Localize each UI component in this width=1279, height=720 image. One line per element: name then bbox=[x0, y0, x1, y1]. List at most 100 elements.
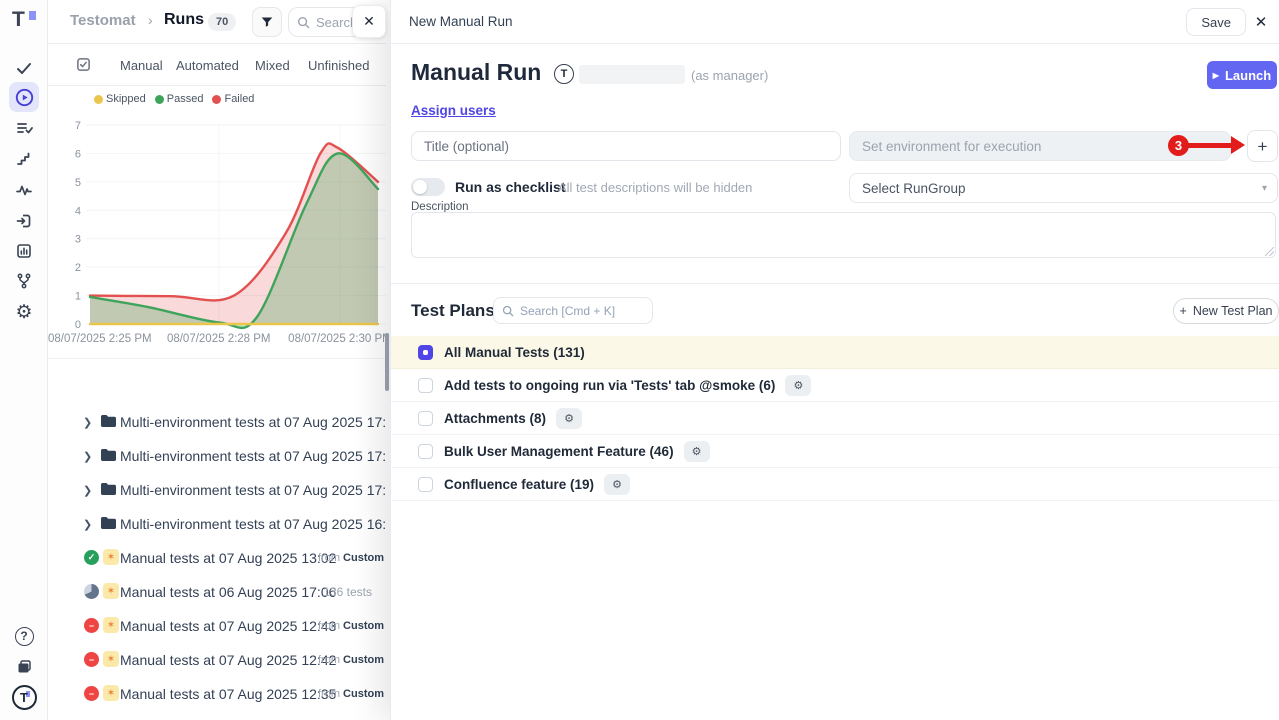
chevron-right-icon[interactable]: ❯ bbox=[83, 484, 92, 497]
checkbox-unchecked[interactable] bbox=[418, 411, 433, 426]
tab-manual[interactable]: Manual bbox=[120, 44, 163, 86]
tab-mixed[interactable]: Mixed bbox=[255, 44, 290, 86]
plan-settings-button[interactable]: ⚙ bbox=[785, 375, 811, 396]
launch-button[interactable]: ▶ Launch bbox=[1207, 61, 1277, 89]
sidebar-item-reports[interactable] bbox=[9, 236, 39, 266]
list-item-folder[interactable]: ❯ Multi-environment tests at 07 Aug 2025… bbox=[48, 439, 386, 473]
tab-unfinished[interactable]: Unfinished bbox=[308, 44, 369, 86]
chevron-right-icon[interactable]: ❯ bbox=[83, 450, 92, 463]
list-item-folder[interactable]: ❯ Multi-environment tests at 07 Aug 2025… bbox=[48, 473, 386, 507]
check-icon bbox=[15, 59, 33, 77]
sidebar-item-branches[interactable] bbox=[9, 266, 39, 296]
list-item-folder[interactable]: ❯ Multi-environment tests at 07 Aug 2025… bbox=[48, 507, 386, 541]
test-plan-row[interactable]: Bulk User Management Feature (46) ⚙ bbox=[391, 435, 1279, 468]
run-label: Multi-environment tests at 07 Aug 2025 1… bbox=[120, 516, 386, 532]
chevron-right-icon[interactable]: ❯ bbox=[83, 518, 92, 531]
search-icon bbox=[297, 16, 310, 29]
new-test-plan-button[interactable]: + New Test Plan bbox=[1173, 298, 1279, 324]
checkbox-unchecked[interactable] bbox=[418, 444, 433, 459]
plan-settings-button[interactable]: ⚙ bbox=[604, 474, 630, 495]
profile-button[interactable]: T bbox=[9, 682, 39, 712]
textarea-resize-handle[interactable] bbox=[1265, 247, 1274, 256]
help-button[interactable]: ? bbox=[9, 621, 39, 651]
funnel-icon bbox=[259, 14, 275, 30]
sidebar-item-steps[interactable] bbox=[9, 144, 39, 174]
list-item-run[interactable]: − ✶ Manual tests at 07 Aug 2025 12:42 fr… bbox=[48, 643, 386, 677]
tab-automated[interactable]: Automated bbox=[176, 44, 239, 86]
rungroup-select[interactable]: Select RunGroup ▾ bbox=[849, 173, 1278, 203]
run-label: Manual tests at 07 Aug 2025 12:42 bbox=[120, 652, 336, 668]
sidebar-item-import[interactable] bbox=[9, 206, 39, 236]
meta-prefix: from bbox=[318, 552, 340, 564]
docs-button[interactable] bbox=[9, 651, 39, 681]
list-item-run[interactable]: − ✶ Manual tests at 07 Aug 2025 12:35 fr… bbox=[48, 677, 386, 711]
gear-icon: ⚙ bbox=[692, 445, 702, 458]
manual-run-icon: ✶ bbox=[103, 651, 119, 667]
run-as-checklist-toggle[interactable] bbox=[411, 178, 445, 196]
filter-button[interactable] bbox=[252, 7, 282, 37]
meta-value: Custom bbox=[343, 552, 384, 564]
list-item-folder[interactable]: ❯ Multi-environment tests at 07 Aug 2025… bbox=[48, 405, 386, 439]
plus-icon: + bbox=[1258, 137, 1268, 156]
copy-icon bbox=[15, 657, 34, 676]
breadcrumb-project[interactable]: Testomat bbox=[70, 12, 136, 29]
scrollbar-thumb[interactable] bbox=[385, 333, 389, 391]
folder-icon bbox=[100, 448, 116, 462]
legend-label: Passed bbox=[167, 93, 204, 105]
legend-item-skipped: Skipped bbox=[94, 93, 146, 105]
app-window: T ⚙ ? bbox=[0, 0, 1279, 720]
sidebar-item-runs[interactable] bbox=[9, 82, 39, 112]
svg-text:6: 6 bbox=[75, 148, 81, 160]
panel-close-button[interactable]: ✕ bbox=[1250, 11, 1272, 33]
meta-value: Custom bbox=[343, 620, 384, 632]
test-plans-search-input[interactable] bbox=[520, 304, 638, 318]
list-item-run[interactable]: − ✶ Manual tests at 07 Aug 2025 12:43 fr… bbox=[48, 609, 386, 643]
plan-settings-button[interactable]: ⚙ bbox=[556, 408, 582, 429]
chevron-right-icon[interactable]: ❯ bbox=[83, 416, 92, 429]
status-stopped-icon bbox=[84, 584, 99, 599]
select-all-icon[interactable] bbox=[76, 57, 91, 77]
run-title-input[interactable] bbox=[411, 131, 841, 161]
close-icon: ✕ bbox=[1255, 13, 1268, 31]
run-label: Multi-environment tests at 07 Aug 2025 1… bbox=[120, 482, 386, 498]
gear-icon: ⚙ bbox=[793, 379, 803, 392]
plan-settings-button[interactable]: ⚙ bbox=[684, 441, 710, 462]
list-item-run[interactable]: ✶ Manual tests at 06 Aug 2025 17:06 136 … bbox=[48, 575, 386, 609]
checkbox-unchecked[interactable] bbox=[418, 378, 433, 393]
assign-users-link[interactable]: Assign users bbox=[411, 103, 496, 118]
test-plan-row[interactable]: Add tests to ongoing run via 'Tests' tab… bbox=[391, 369, 1279, 402]
save-button[interactable]: Save bbox=[1186, 8, 1246, 36]
close-panel-button[interactable]: ✕ bbox=[352, 5, 386, 38]
manager-note: (as manager) bbox=[691, 68, 768, 83]
gear-icon: ⚙ bbox=[612, 478, 622, 491]
list-item-run[interactable]: ✓ ✶ Manual tests at 07 Aug 2025 13:02 fr… bbox=[48, 541, 386, 575]
app-logo[interactable]: T bbox=[12, 8, 38, 36]
meta-prefix: from bbox=[318, 654, 340, 666]
search-icon bbox=[502, 305, 514, 317]
sidebar-item-test-plans[interactable] bbox=[9, 113, 39, 143]
sidebar-item-settings[interactable]: ⚙ bbox=[9, 297, 39, 327]
checklist-label: Run as checklist bbox=[455, 179, 566, 195]
svg-text:08/07/2025 2:30 PM: 08/07/2025 2:30 PM bbox=[288, 333, 386, 345]
checkbox-checked[interactable] bbox=[418, 345, 433, 360]
divider bbox=[48, 358, 386, 359]
add-environment-button[interactable]: + bbox=[1247, 130, 1278, 162]
description-textarea[interactable] bbox=[411, 212, 1276, 258]
sidebar-item-analytics[interactable] bbox=[9, 175, 39, 205]
test-plan-label: Attachments (8) bbox=[444, 411, 546, 426]
stairs-icon bbox=[15, 150, 33, 168]
icon-rail: T ⚙ ? bbox=[0, 0, 48, 720]
test-plan-row[interactable]: Attachments (8) ⚙ bbox=[391, 402, 1279, 435]
test-plan-row[interactable]: All Manual Tests (131) bbox=[391, 336, 1279, 369]
logo-accent bbox=[29, 11, 36, 20]
manual-run-icon: ✶ bbox=[103, 583, 119, 599]
checkbox-unchecked[interactable] bbox=[418, 477, 433, 492]
test-plan-row[interactable]: Confluence feature (19) ⚙ bbox=[391, 468, 1279, 501]
sidebar-item-tests[interactable] bbox=[9, 53, 39, 83]
run-meta: from Custom bbox=[318, 620, 384, 632]
breadcrumb-section[interactable]: Runs bbox=[164, 11, 204, 29]
status-failed-icon: − bbox=[84, 652, 99, 667]
svg-text:3: 3 bbox=[75, 234, 81, 246]
panel-header: New Manual Run Save ✕ bbox=[391, 0, 1279, 44]
status-failed-icon: − bbox=[84, 618, 99, 633]
